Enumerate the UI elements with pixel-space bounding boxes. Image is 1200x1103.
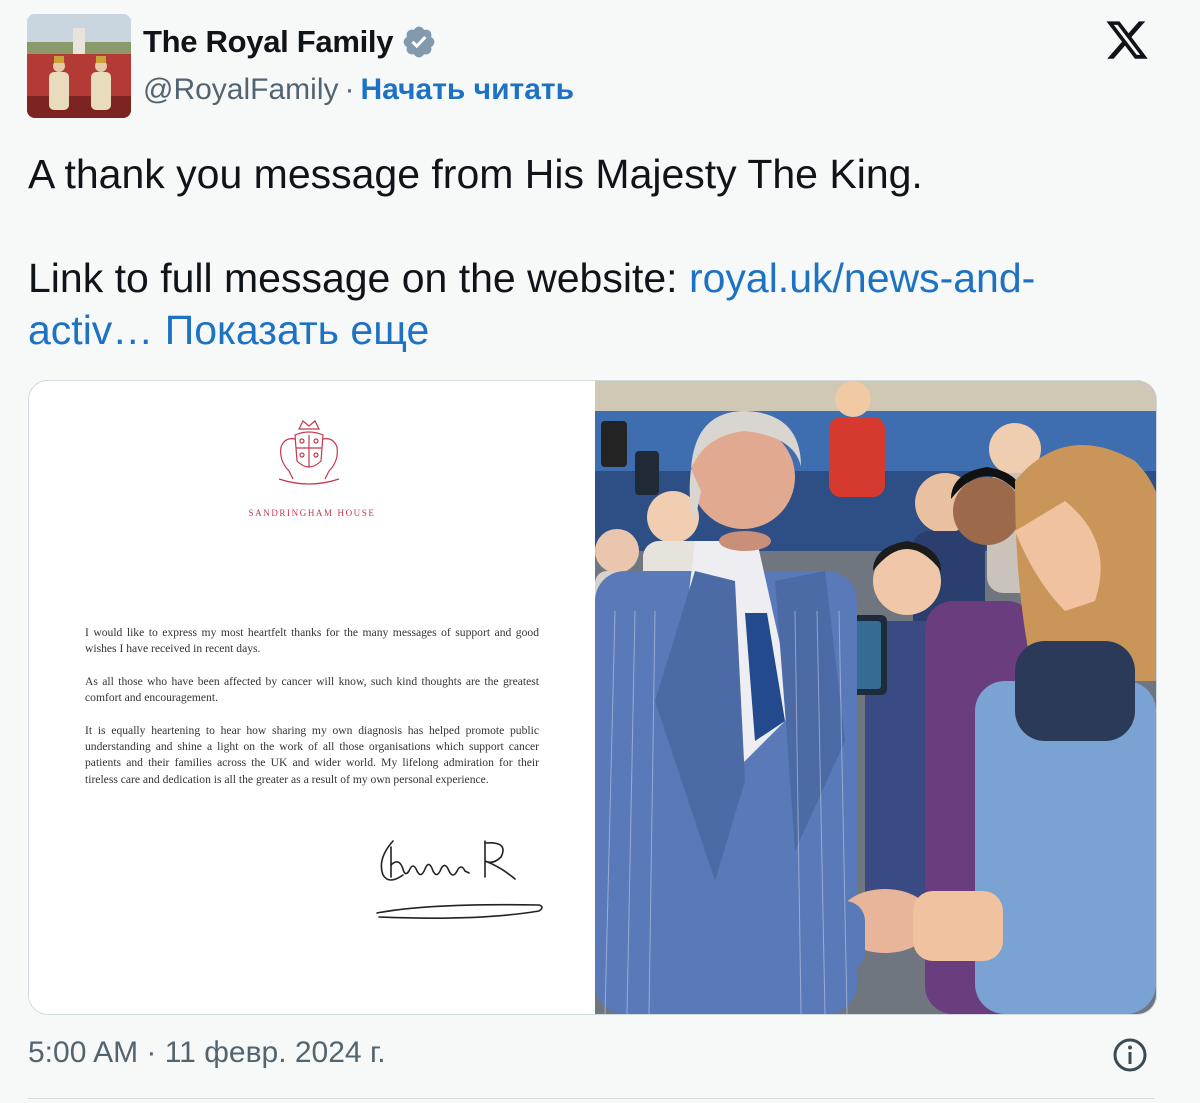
tweet-text-line1: A thank you message from His Majesty The… [28,151,923,197]
letter-paragraph: It is equally heartening to hear how sha… [85,723,539,786]
verified-badge-icon [403,26,435,58]
letter-image[interactable]: SANDRINGHAM HOUSE I would like to expres… [29,381,595,1014]
royal-crest-icon [278,420,340,485]
tweet-timestamp[interactable]: 5:00 AM · 11 февр. 2024 г. [28,1036,386,1070]
letter-paragraph: As all those who have been affected by c… [85,674,539,705]
x-logo-icon[interactable] [1103,17,1151,63]
tweet-link-intro: Link to full message on the website: [28,255,689,301]
tweet-text-line2: Link to full message on the website: roy… [28,252,1158,356]
account-name[interactable]: The Royal Family [143,24,393,60]
divider [28,1098,1155,1099]
letter-body: I would like to express my most heartfel… [85,625,539,804]
account-handle[interactable]: @RoyalFamily [143,73,338,107]
follow-button[interactable]: Начать читать [360,73,574,107]
signature [376,840,543,919]
avatar[interactable] [27,14,131,118]
separator-dot: · [344,73,355,106]
tweet-text: A thank you message from His Majesty The… [28,148,1158,356]
letterhead: SANDRINGHAM HOUSE [248,508,376,518]
show-more-link[interactable]: Показать еще [165,307,430,353]
info-icon[interactable] [1112,1037,1148,1073]
tweet-media[interactable]: SANDRINGHAM HOUSE I would like to expres… [28,380,1157,1015]
letter-paragraph: I would like to express my most heartfel… [85,626,539,656]
king-photo[interactable] [595,381,1156,1014]
